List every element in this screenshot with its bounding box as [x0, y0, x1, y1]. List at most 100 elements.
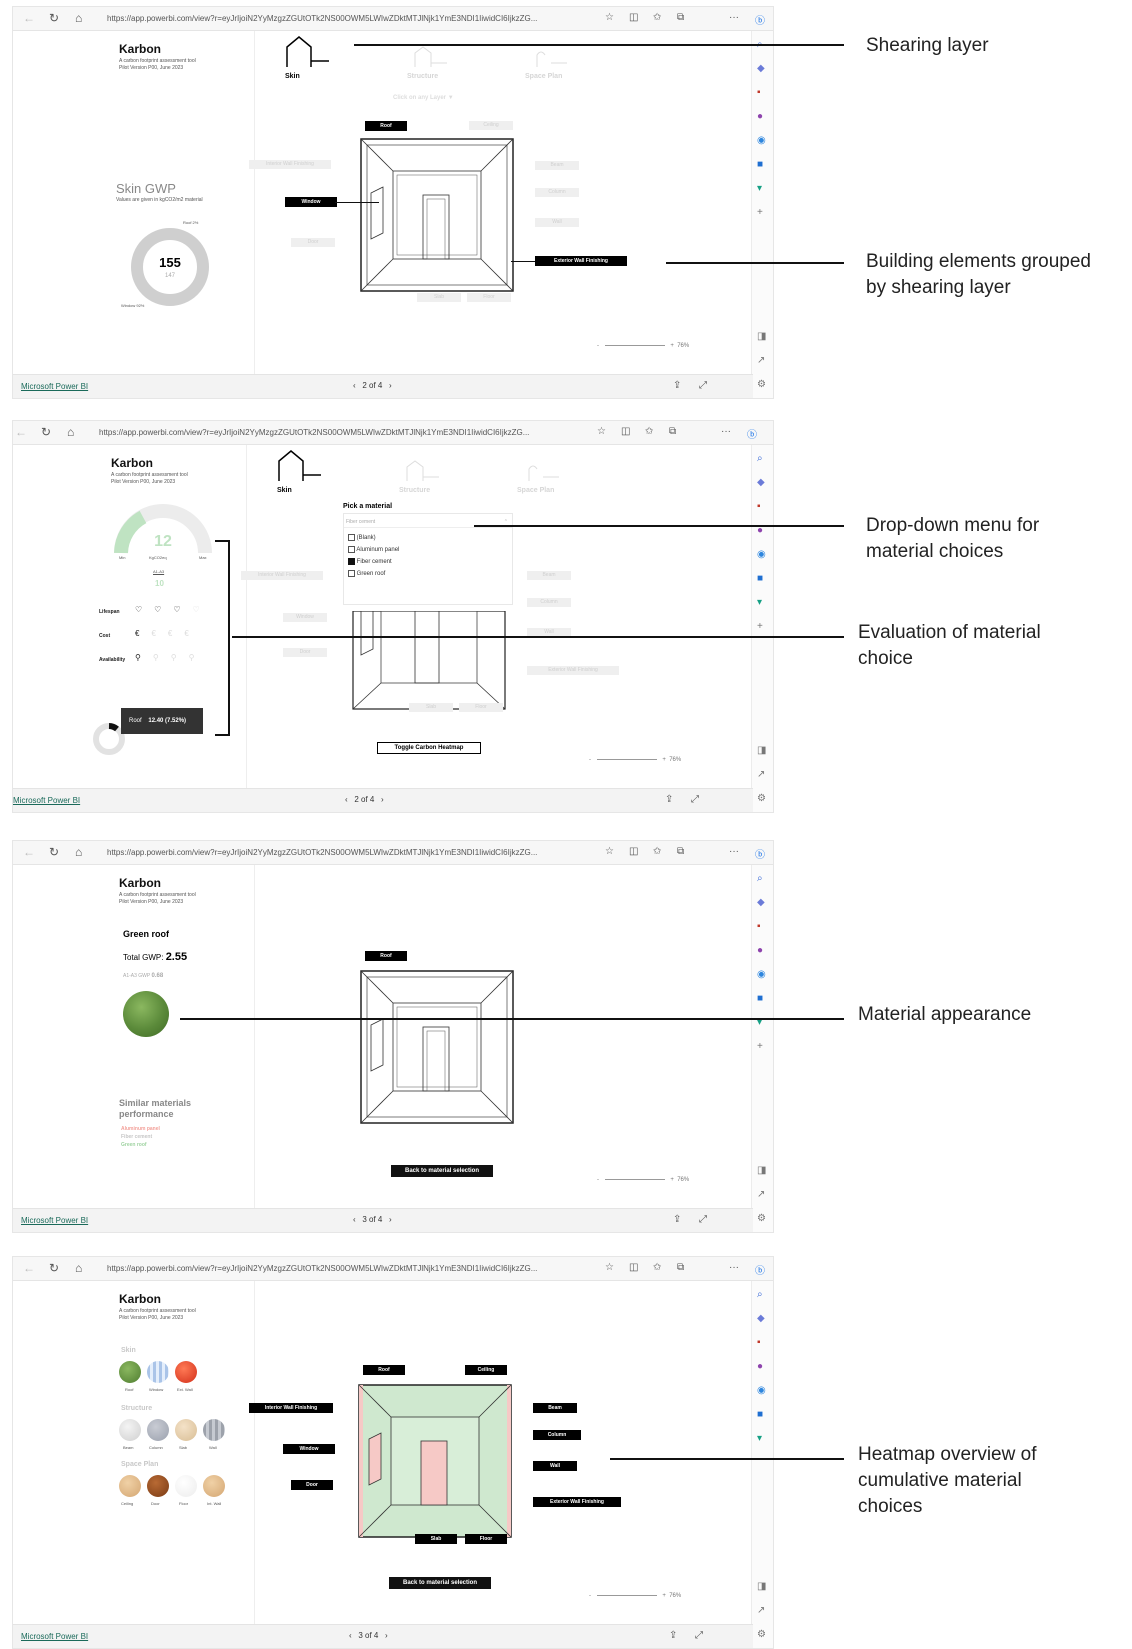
bing-icon[interactable]: ⓑ: [755, 12, 765, 27]
tag-icon[interactable]: ◆: [757, 897, 765, 908]
fullscreen-icon[interactable]: ⤢: [699, 1214, 707, 1225]
swatch-int-wall[interactable]: [203, 1475, 225, 1497]
refresh-icon[interactable]: ↻: [49, 845, 59, 859]
share-icon[interactable]: ⇪: [673, 1214, 681, 1225]
external-icon[interactable]: ↗: [757, 1189, 765, 1200]
option-aluminum[interactable]: Aluminum panel: [348, 544, 399, 556]
ghost-exterior-wall[interactable]: Exterior Wall Finishing: [527, 666, 619, 675]
tag-exterior-wall[interactable]: Exterior Wall Finishing: [535, 256, 627, 266]
checkbox-checked[interactable]: [348, 557, 355, 565]
powerbi-link[interactable]: Microsoft Power BI: [21, 1632, 88, 1641]
collections-icon[interactable]: ⧉: [677, 12, 684, 23]
powerbi-link[interactable]: Microsoft Power BI: [21, 1216, 88, 1225]
games-icon[interactable]: ▾: [757, 1433, 762, 1444]
swatch-floor[interactable]: [175, 1475, 197, 1497]
add-icon[interactable]: +: [757, 621, 763, 632]
home-icon[interactable]: ⌂: [75, 11, 82, 25]
back-icon[interactable]: ←: [15, 425, 27, 439]
office-icon[interactable]: ◉: [757, 969, 766, 980]
bing-icon[interactable]: ⓑ: [755, 846, 765, 861]
favorite-icon[interactable]: ☆: [605, 846, 614, 857]
ghost-floor[interactable]: Floor: [467, 293, 511, 302]
similar-aluminum[interactable]: Aluminum panel: [121, 1125, 160, 1133]
fullscreen-icon[interactable]: ⤢: [695, 1630, 703, 1641]
favorites-icon[interactable]: ✩: [645, 426, 653, 437]
fullscreen-icon[interactable]: ⤢: [691, 794, 699, 805]
settings-icon[interactable]: ⚙: [757, 793, 766, 804]
layer-structure[interactable]: Structure: [399, 487, 430, 494]
back-icon[interactable]: ←: [23, 1261, 35, 1275]
external-icon[interactable]: ↗: [757, 769, 765, 780]
page-nav[interactable]: ‹ 3 of 4 ›: [353, 1215, 392, 1224]
toolbox-icon[interactable]: ▪: [757, 921, 761, 932]
office-icon[interactable]: ◉: [757, 135, 766, 146]
back-icon[interactable]: ←: [23, 845, 35, 859]
split-icon[interactable]: ◫: [629, 846, 638, 857]
swatch-ext-wall[interactable]: [175, 1361, 197, 1383]
people-icon[interactable]: ●: [757, 111, 763, 122]
search-icon[interactable]: ⌕: [757, 873, 763, 884]
add-icon[interactable]: +: [757, 1041, 763, 1052]
powerbi-link[interactable]: Microsoft Power BI: [21, 382, 88, 391]
tag-icon[interactable]: ◆: [757, 63, 765, 74]
add-icon[interactable]: +: [757, 207, 763, 218]
refresh-icon[interactable]: ↻: [49, 11, 59, 25]
tag-icon[interactable]: ◆: [757, 477, 765, 488]
external-icon[interactable]: ↗: [757, 1605, 765, 1616]
share-icon[interactable]: ⇪: [665, 794, 673, 805]
similar-fiber[interactable]: Fiber cement: [121, 1133, 160, 1141]
more-icon[interactable]: ···: [721, 426, 731, 437]
home-icon[interactable]: ⌂: [75, 1261, 82, 1275]
ghost-beam[interactable]: Beam: [535, 161, 579, 170]
back-to-selection-button[interactable]: Back to material selection: [391, 1165, 493, 1177]
share-icon[interactable]: ⇪: [673, 380, 681, 391]
collections-icon[interactable]: ⧉: [669, 426, 676, 437]
favorites-icon[interactable]: ✩: [653, 12, 661, 23]
ghost-window[interactable]: Window: [283, 613, 327, 622]
swatch-beam[interactable]: [119, 1419, 141, 1441]
swatch-wall[interactable]: [203, 1419, 225, 1441]
ghost-beam[interactable]: Beam: [527, 571, 571, 580]
refresh-icon[interactable]: ↻: [49, 1261, 59, 1275]
page-nav[interactable]: ‹ 2 of 4 ›: [353, 381, 392, 390]
sidebar-toggle-icon[interactable]: ◨: [757, 1165, 766, 1176]
favorite-icon[interactable]: ☆: [597, 426, 606, 437]
refresh-icon[interactable]: ↻: [41, 425, 51, 439]
split-icon[interactable]: ◫: [621, 426, 630, 437]
favorites-icon[interactable]: ✩: [653, 846, 661, 857]
swatch-door[interactable]: [147, 1475, 169, 1497]
zoom-control[interactable]: - + 76%: [597, 343, 689, 349]
collections-icon[interactable]: ⧉: [677, 846, 684, 857]
collections-icon[interactable]: ⧉: [677, 1262, 684, 1273]
bing-icon[interactable]: ⓑ: [747, 426, 757, 441]
swatch-roof[interactable]: [119, 1361, 141, 1383]
tag-roof[interactable]: Roof: [363, 1365, 405, 1375]
ghost-wall[interactable]: Wall: [535, 218, 579, 227]
zoom-control[interactable]: - + 76%: [589, 1593, 681, 1599]
settings-icon[interactable]: ⚙: [757, 1213, 766, 1224]
favorites-icon[interactable]: ✩: [653, 1262, 661, 1273]
outlook-icon[interactable]: ■: [757, 993, 763, 1004]
tag-roof[interactable]: Roof: [365, 951, 407, 961]
share-icon[interactable]: ⇪: [669, 1630, 677, 1641]
swatch-column[interactable]: [147, 1419, 169, 1441]
tag-exterior-wall[interactable]: Exterior Wall Finishing: [533, 1497, 621, 1507]
ghost-interior-wall[interactable]: Interior Wall Finishing: [249, 160, 331, 169]
ghost-column[interactable]: Column: [535, 188, 579, 197]
option-fiber-cement[interactable]: Fiber cement: [348, 556, 399, 568]
tag-slab[interactable]: Slab: [415, 1534, 457, 1544]
split-icon[interactable]: ◫: [629, 12, 638, 23]
zoom-control[interactable]: - + 76%: [597, 1177, 689, 1183]
home-icon[interactable]: ⌂: [67, 425, 74, 439]
page-nav[interactable]: ‹ 2 of 4 ›: [345, 795, 384, 804]
layer-skin[interactable]: Skin: [277, 487, 292, 494]
outlook-icon[interactable]: ■: [757, 1409, 763, 1420]
search-icon[interactable]: ⌕: [757, 453, 763, 464]
zoom-control[interactable]: - + 76%: [589, 757, 681, 763]
layer-space-plan[interactable]: Space Plan: [517, 487, 554, 494]
search-icon[interactable]: ⌕: [757, 1289, 763, 1300]
tag-beam[interactable]: Beam: [533, 1403, 577, 1413]
tag-wall[interactable]: Wall: [533, 1461, 577, 1471]
swatch-slab[interactable]: [175, 1419, 197, 1441]
toggle-heatmap-button[interactable]: Toggle Carbon Heatmap: [377, 742, 481, 754]
